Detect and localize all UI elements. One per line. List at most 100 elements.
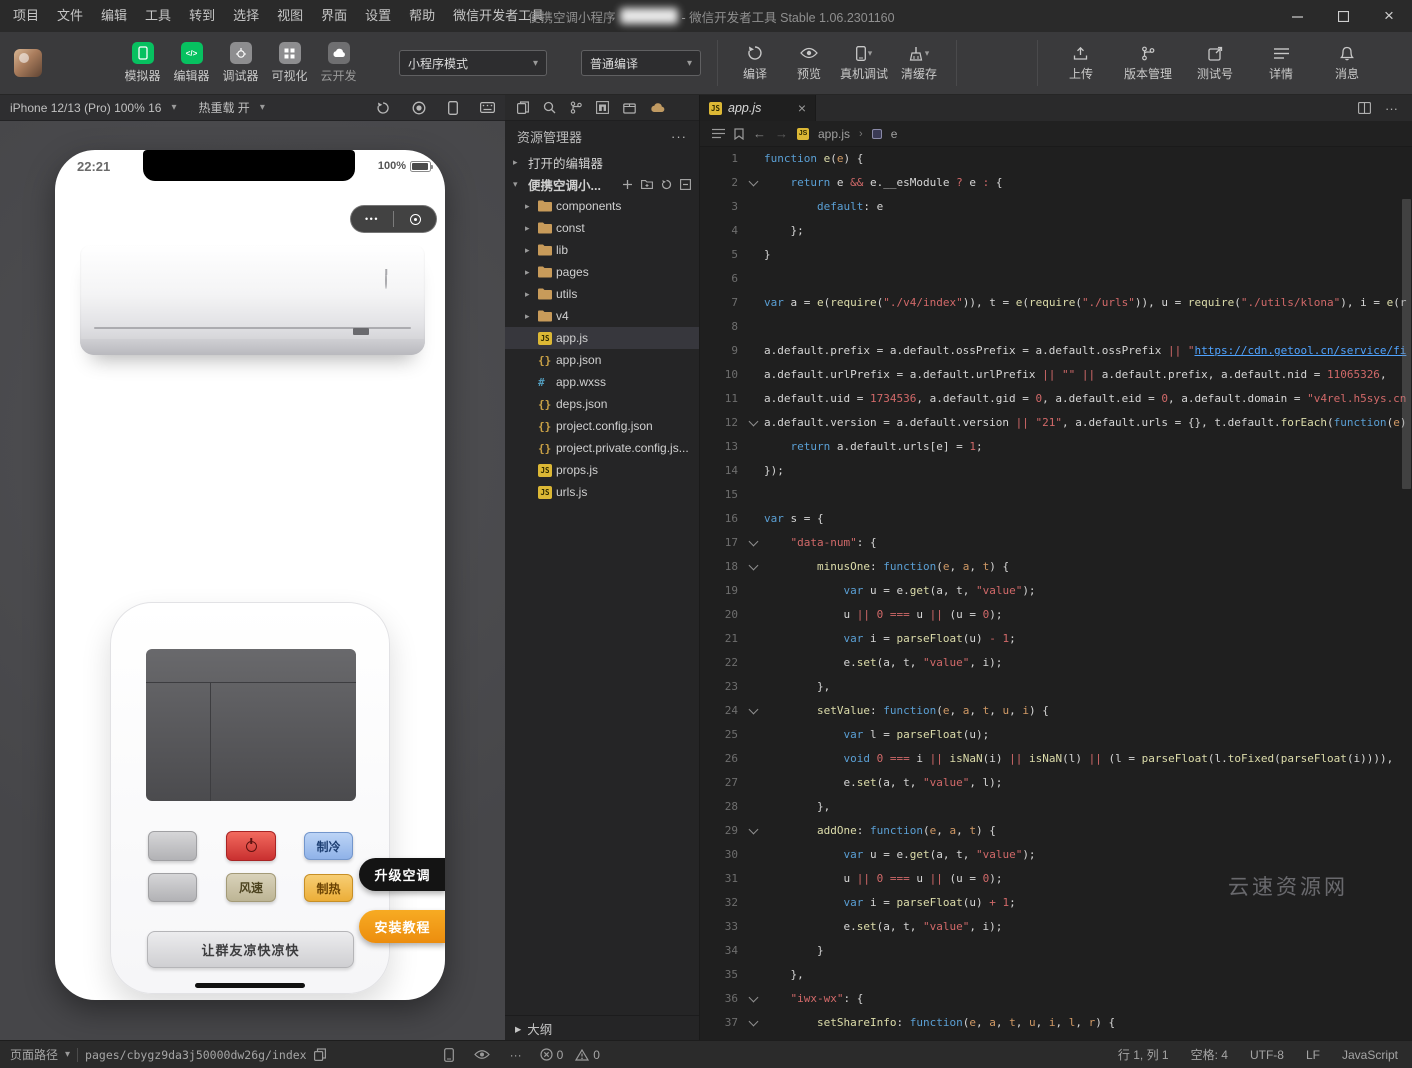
bookmark-icon[interactable] <box>734 128 744 140</box>
remote-blank-button-2[interactable] <box>148 873 197 902</box>
menu-item[interactable]: 文件 <box>48 0 92 32</box>
outline-section[interactable]: ▸ 大纲 <box>505 1015 699 1040</box>
code-line[interactable]: 5} <box>700 243 1412 267</box>
fold-chevron-icon[interactable] <box>748 1017 758 1027</box>
git-icon[interactable] <box>570 101 582 114</box>
warning-count[interactable]: 0 <box>575 1048 600 1062</box>
device-select[interactable]: iPhone 12/13 (Pro) 100% 16 ▾ <box>10 101 176 115</box>
code-line[interactable]: 31 u || 0 === u || (u = 0); <box>700 867 1412 891</box>
code-line[interactable]: 18 minusOne: function(e, a, t) { <box>700 555 1412 579</box>
remote-blank-button-1[interactable] <box>148 831 197 861</box>
code-line[interactable]: 14}); <box>700 459 1412 483</box>
fold-chevron-icon[interactable] <box>748 705 758 715</box>
code-line[interactable]: 9a.default.prefix = a.default.ossPrefix … <box>700 339 1412 363</box>
fold-chevron-icon[interactable] <box>748 561 758 571</box>
details-button[interactable]: 详情 <box>1258 44 1304 82</box>
encoding[interactable]: UTF-8 <box>1250 1048 1284 1062</box>
menu-item[interactable]: 视图 <box>268 0 312 32</box>
fold-chevron-icon[interactable] <box>748 993 758 1003</box>
upgrade-button[interactable]: 升级空调 <box>359 858 445 891</box>
share-button[interactable]: 让群友凉快凉快 <box>147 931 354 968</box>
code-line[interactable]: 27 e.set(a, t, "value", l); <box>700 771 1412 795</box>
breadcrumb-file[interactable]: app.js <box>818 127 850 141</box>
code-line[interactable]: 35 }, <box>700 963 1412 987</box>
tree-item-components[interactable]: ▸components <box>505 195 699 217</box>
tree-item-deps.json[interactable]: {}deps.json <box>505 393 699 415</box>
error-count[interactable]: 0 <box>540 1048 564 1062</box>
menu-item[interactable]: 转到 <box>180 0 224 32</box>
keyboard-icon[interactable] <box>480 102 495 113</box>
menu-item[interactable]: 设置 <box>356 0 400 32</box>
rotate-icon[interactable] <box>376 101 390 114</box>
heat-mode-button[interactable]: 制热 <box>304 874 353 902</box>
tree-item-project.private.config.js...[interactable]: {}project.private.config.js... <box>505 437 699 459</box>
fan-speed-button[interactable]: 风速 <box>226 873 276 902</box>
language-mode[interactable]: JavaScript <box>1342 1048 1398 1062</box>
tree-item-app.wxss[interactable]: #app.wxss <box>505 371 699 393</box>
code-line[interactable]: 6 <box>700 267 1412 291</box>
code-line[interactable]: 15 <box>700 483 1412 507</box>
tree-item-project.config.json[interactable]: {}project.config.json <box>505 415 699 437</box>
more-icon[interactable]: ··· <box>1385 101 1398 116</box>
files-icon[interactable] <box>517 101 529 114</box>
more-icon[interactable]: ••• <box>351 214 393 224</box>
maximize-button[interactable] <box>1320 0 1366 32</box>
editor-button[interactable]: </> 编辑器 <box>167 42 216 84</box>
minimize-capsule-icon[interactable] <box>394 214 436 225</box>
debugger-button[interactable]: 调试器 <box>216 42 265 84</box>
forward-icon[interactable]: → <box>775 126 788 141</box>
breadcrumb-symbol[interactable]: e <box>891 127 898 141</box>
menu-item[interactable]: 工具 <box>136 0 180 32</box>
cursor-position[interactable]: 行 1, 列 1 <box>1118 1046 1169 1063</box>
menu-item[interactable]: 项目 <box>4 0 48 32</box>
hot-reload-toggle[interactable]: 热重载 开 ▾ <box>198 99 264 116</box>
code-line[interactable]: 21 var i = parseFloat(u) - 1; <box>700 627 1412 651</box>
code-line[interactable]: 30 var u = e.get(a, t, "value"); <box>700 843 1412 867</box>
code-line[interactable]: 24 setValue: function(e, a, t, u, i) { <box>700 699 1412 723</box>
menu-item[interactable]: 选择 <box>224 0 268 32</box>
editor-scrollbar[interactable] <box>1402 199 1411 489</box>
tree-item-lib[interactable]: ▸lib <box>505 239 699 261</box>
close-tab-icon[interactable]: × <box>798 101 806 115</box>
tree-item-const[interactable]: ▸const <box>505 217 699 239</box>
back-icon[interactable]: ← <box>753 126 766 141</box>
code-line[interactable]: 2 return e && e.__esModule ? e : { <box>700 171 1412 195</box>
screenshot-icon[interactable] <box>448 101 458 115</box>
copy-icon[interactable] <box>314 1048 326 1061</box>
fold-chevron-icon[interactable] <box>748 825 758 835</box>
package-icon[interactable] <box>623 101 636 114</box>
code-line[interactable]: 4 }; <box>700 219 1412 243</box>
new-file-icon[interactable] <box>622 179 633 190</box>
device-debug-button[interactable]: ▾ 真机调试 <box>840 44 888 82</box>
compile-mode-select[interactable]: 普通编译 ▾ <box>581 50 701 76</box>
clear-cache-button[interactable]: ▾ 清缓存 <box>896 44 942 82</box>
menu-item[interactable]: 编辑 <box>92 0 136 32</box>
code-line[interactable]: 22 e.set(a, t, "value", i); <box>700 651 1412 675</box>
menu-item[interactable]: 界面 <box>312 0 356 32</box>
outline-toggle-icon[interactable] <box>712 128 725 139</box>
vconsole-icon[interactable] <box>444 1048 454 1062</box>
tree-item-urls.js[interactable]: JSurls.js <box>505 481 699 503</box>
code-line[interactable]: 29 addOne: function(e, a, t) { <box>700 819 1412 843</box>
code-line[interactable]: 13 return a.default.urls[e] = 1; <box>700 435 1412 459</box>
simulator-button[interactable]: 模拟器 <box>118 42 167 84</box>
search-icon[interactable] <box>543 101 556 114</box>
code-editor[interactable]: 1function e(e) {2 return e && e.__esModu… <box>700 147 1412 1040</box>
code-line[interactable]: 11a.default.uid = 1734536, a.default.gid… <box>700 387 1412 411</box>
tree-item-app.json[interactable]: {}app.json <box>505 349 699 371</box>
code-line[interactable]: 36 "iwx-wx": { <box>700 987 1412 1011</box>
test-account-button[interactable]: 测试号 <box>1192 44 1238 82</box>
code-line[interactable]: 17 "data-num": { <box>700 531 1412 555</box>
cloud-sync-icon[interactable] <box>650 102 665 113</box>
new-folder-icon[interactable] <box>641 179 653 190</box>
page-path[interactable]: pages/cbygz9da3j50000dw26g/index <box>85 1048 307 1062</box>
code-line[interactable]: 1function e(e) { <box>700 147 1412 171</box>
eye-icon[interactable] <box>474 1049 490 1060</box>
collapse-all-icon[interactable] <box>680 179 691 190</box>
split-editor-icon[interactable] <box>1358 102 1371 114</box>
code-line[interactable]: 26 void 0 === i || isNaN(i) || isNaN(l) … <box>700 747 1412 771</box>
preview-button[interactable]: 预览 <box>786 44 832 82</box>
refresh-icon[interactable] <box>661 179 672 190</box>
visualizer-button[interactable]: 可视化 <box>265 42 314 84</box>
tutorial-button[interactable]: 安装教程 <box>359 910 445 943</box>
